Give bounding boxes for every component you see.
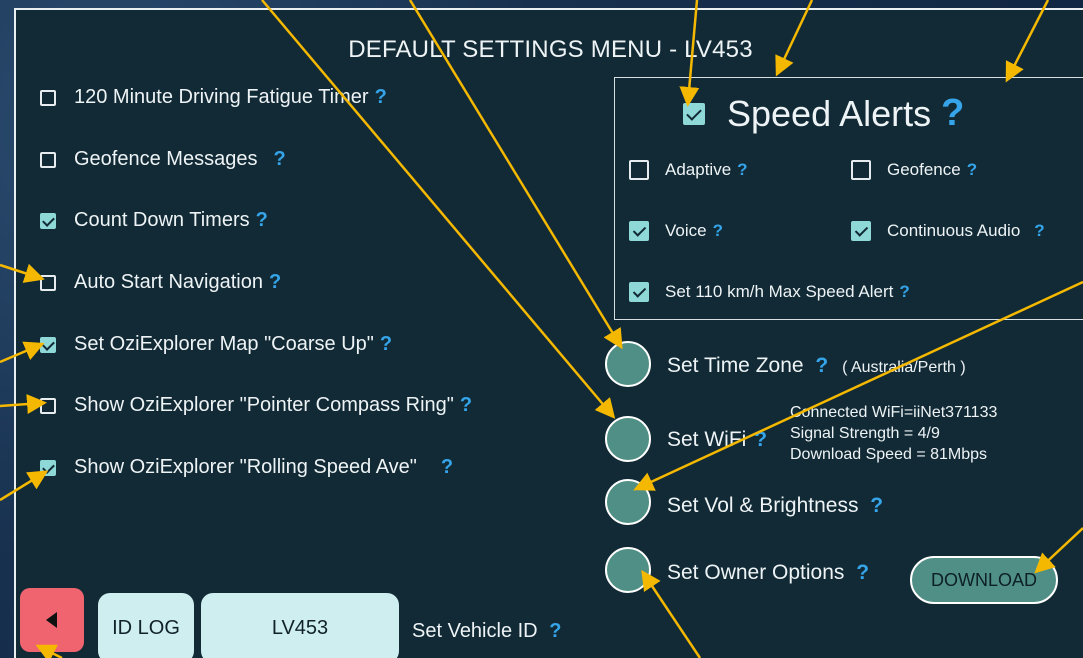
speed-option-geofence[interactable]: Geofence ? [851,160,977,180]
option-label: Voice [665,221,707,240]
owner-options-row: Set Owner Options ? [667,561,869,585]
id-log-button[interactable]: ID LOG [98,593,194,658]
screenshot-stage: DEFAULT SETTINGS MENU - LV453 120 Minute… [0,0,1083,658]
option-label: Show OziExplorer "Pointer Compass Ring" [74,394,454,416]
speed-alerts-header[interactable]: Speed Alerts ? [683,92,964,135]
help-icon[interactable]: ? [380,333,392,356]
vol-brightness-label: Set Vol & Brightness [667,494,859,517]
wifi-label: Set WiFi [667,428,747,451]
wifi-button[interactable] [605,416,651,462]
download-button[interactable]: DOWNLOAD [910,556,1058,604]
wifi-connected: Connected WiFi=iiNet371133 [790,404,998,421]
option-rolling-speed-ave[interactable]: Show OziExplorer "Rolling Speed Ave" ? [40,456,453,479]
page-title: DEFAULT SETTINGS MENU - LV453 [348,36,753,63]
back-button[interactable] [20,588,84,652]
checkbox-icon[interactable] [40,212,56,229]
checkbox-icon[interactable] [40,397,56,414]
help-icon[interactable]: ? [899,282,909,302]
help-icon[interactable]: ? [1034,221,1044,241]
help-icon[interactable]: ? [713,221,723,241]
speed-alerts-box: Speed Alerts ? Adaptive ? Geofence ? Voi… [614,77,1083,320]
checkbox-icon[interactable] [40,151,56,168]
help-icon[interactable]: ? [375,86,387,109]
option-count-down-timers[interactable]: Count Down Timers ? [40,209,268,232]
checkbox-icon[interactable] [851,221,871,241]
wifi-signal: Signal Strength = 4/9 [790,425,940,442]
option-label: Geofence Messages [74,148,258,170]
speed-option-voice[interactable]: Voice ? [629,221,723,241]
owner-options-label: Set Owner Options [667,561,845,584]
help-icon[interactable]: ? [754,428,767,451]
help-icon[interactable]: ? [856,561,869,584]
option-label: Geofence [887,160,961,179]
vol-brightness-row: Set Vol & Brightness ? [667,494,883,518]
time-zone-value: ( Australia/Perth ) [842,359,966,376]
time-zone-label: Set Time Zone [667,354,804,377]
checkbox-icon[interactable] [629,221,649,241]
checkbox-icon[interactable] [40,274,56,291]
option-label: Set 110 km/h Max Speed Alert [665,282,894,301]
set-vehicle-id-row: Set Vehicle ID ? [412,620,561,643]
wifi-download-speed: Download Speed = 81Mbps [790,446,988,463]
option-label: Set OziExplorer Map "Coarse Up" [74,333,374,355]
option-label: Show OziExplorer "Rolling Speed Ave" [74,456,417,478]
help-icon[interactable]: ? [815,354,828,377]
wifi-status: Connected WiFi=iiNet371133 Signal Streng… [790,402,997,465]
help-icon[interactable]: ? [941,92,964,135]
option-label: 120 Minute Driving Fatigue Timer [74,86,369,108]
help-icon[interactable]: ? [441,456,453,479]
settings-panel: DEFAULT SETTINGS MENU - LV453 120 Minute… [14,8,1083,658]
option-label: Auto Start Navigation [74,271,263,293]
help-icon[interactable]: ? [269,271,281,294]
back-arrow-icon [46,612,57,628]
time-zone-button[interactable] [605,341,651,387]
help-icon[interactable]: ? [549,620,561,642]
option-geofence-messages[interactable]: Geofence Messages ? [40,148,286,171]
checkbox-icon[interactable] [851,160,871,180]
help-icon[interactable]: ? [870,494,883,517]
help-icon[interactable]: ? [967,160,977,180]
checkbox-icon[interactable] [629,160,649,180]
vehicle-id-button[interactable]: LV453 [201,593,399,658]
owner-options-button[interactable] [605,547,651,593]
option-auto-start-navigation[interactable]: Auto Start Navigation ? [40,271,281,294]
help-icon[interactable]: ? [460,394,472,417]
checkbox-icon[interactable] [629,282,649,302]
option-label: Count Down Timers [74,209,250,231]
option-pointer-compass-ring[interactable]: Show OziExplorer "Pointer Compass Ring" … [40,394,472,417]
help-icon[interactable]: ? [256,209,268,232]
checkbox-icon[interactable] [40,89,56,106]
checkbox-icon[interactable] [40,459,56,476]
vol-brightness-button[interactable] [605,479,651,525]
help-icon[interactable]: ? [273,148,285,171]
speed-option-max-speed[interactable]: Set 110 km/h Max Speed Alert ? [629,282,910,302]
option-label: Continuous Audio [887,221,1021,240]
help-icon[interactable]: ? [737,160,747,180]
option-fatigue-timer[interactable]: 120 Minute Driving Fatigue Timer ? [40,86,387,109]
speed-option-continuous-audio[interactable]: Continuous Audio ? [851,221,1045,241]
wifi-row: Set WiFi ? [667,428,767,452]
time-zone-row: Set Time Zone ? ( Australia/Perth ) [667,354,966,378]
speed-option-adaptive[interactable]: Adaptive ? [629,160,748,180]
checkbox-icon[interactable] [683,102,705,125]
option-label: Adaptive [665,160,732,179]
option-coarse-up[interactable]: Set OziExplorer Map "Coarse Up" ? [40,333,392,356]
checkbox-icon[interactable] [40,336,56,353]
set-vehicle-id-label: Set Vehicle ID [412,620,538,642]
speed-alerts-title: Speed Alerts [727,92,932,134]
